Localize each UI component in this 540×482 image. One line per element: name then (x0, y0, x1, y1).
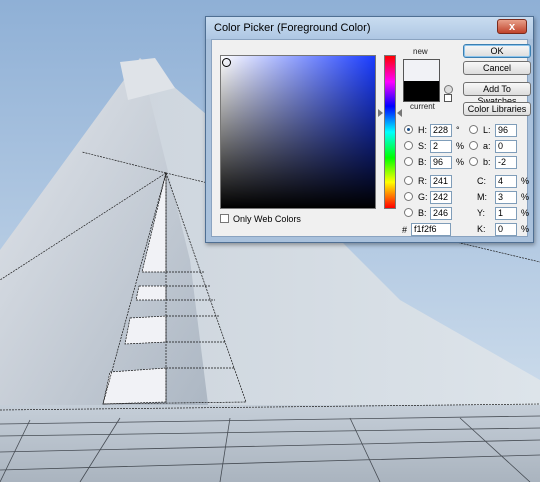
yellow-label: Y: (477, 208, 486, 218)
lightness-input[interactable]: 96 (495, 124, 517, 137)
yellow-input[interactable]: 1 (495, 207, 517, 220)
magenta-input[interactable]: 3 (495, 191, 517, 204)
cyan-label: C: (477, 176, 486, 186)
title-bar[interactable]: Color Picker (Foreground Color) x (206, 17, 533, 39)
black-input[interactable]: 0 (495, 223, 517, 236)
hue-label: H: (418, 125, 427, 135)
saturation-input[interactable]: 2 (430, 140, 452, 153)
green-row: G: 242 (404, 191, 464, 205)
close-icon: x (508, 21, 516, 33)
hue-radio[interactable] (404, 125, 413, 134)
dialog-title: Color Picker (Foreground Color) (214, 22, 371, 34)
hex-input[interactable]: f1f2f6 (411, 223, 451, 236)
lab-b-row: b: -2 (469, 156, 525, 170)
close-button[interactable]: x (497, 19, 527, 34)
cancel-button[interactable]: Cancel (463, 61, 531, 75)
brightness-label: B: (418, 157, 427, 167)
yellow-row: Y: 1 % (477, 207, 529, 221)
hue-row: H: 228 ° (404, 124, 464, 138)
red-input[interactable]: 241 (430, 175, 452, 188)
blue-label: B: (418, 208, 427, 218)
color-field-marker[interactable] (222, 58, 231, 67)
brightness-input[interactable]: 96 (430, 156, 452, 169)
black-row: K: 0 % (477, 223, 529, 237)
saturation-row: S: 2 % (404, 140, 464, 154)
hex-label: # (402, 225, 408, 235)
magenta-row: M: 3 % (477, 191, 529, 205)
lightness-row: L: 96 (469, 124, 525, 138)
hue-slider[interactable] (384, 55, 396, 209)
black-unit: % (521, 224, 530, 234)
ok-button[interactable]: OK (463, 44, 531, 58)
lab-b-label: b: (483, 157, 491, 167)
gamut-warning-icon[interactable] (444, 85, 453, 94)
lab-a-label: a: (483, 141, 491, 151)
lightness-label: L: (483, 125, 491, 135)
add-to-swatches-button[interactable]: Add To Swatches (463, 82, 531, 106)
current-color-label: current (410, 102, 435, 111)
lightness-radio[interactable] (469, 125, 478, 134)
magenta-unit: % (521, 192, 530, 202)
brightness-unit: % (456, 157, 465, 167)
hue-unit: ° (456, 125, 460, 135)
magenta-label: M: (477, 192, 487, 202)
red-radio[interactable] (404, 176, 413, 185)
blue-input[interactable]: 246 (430, 207, 452, 220)
blue-radio[interactable] (404, 208, 413, 217)
brightness-radio[interactable] (404, 157, 413, 166)
brightness-row: B: 96 % (404, 156, 464, 170)
new-color-swatch (404, 60, 439, 81)
green-input[interactable]: 242 (430, 191, 452, 204)
lab-a-row: a: 0 (469, 140, 525, 154)
cyan-unit: % (521, 176, 530, 186)
new-color-label: new (413, 47, 428, 56)
only-web-colors-label: Only Web Colors (233, 214, 301, 224)
only-web-colors-checkbox[interactable] (220, 214, 229, 223)
web-safe-icon[interactable] (444, 94, 452, 102)
black-label: K: (477, 224, 486, 234)
color-compare-swatch (403, 59, 440, 102)
cyan-input[interactable]: 4 (495, 175, 517, 188)
red-row: R: 241 (404, 175, 464, 189)
color-picker-dialog: Color Picker (Foreground Color) x new cu… (205, 16, 534, 243)
red-label: R: (418, 176, 427, 186)
yellow-unit: % (521, 208, 530, 218)
lab-a-input[interactable]: 0 (495, 140, 517, 153)
cyan-row: C: 4 % (477, 175, 529, 189)
hue-slider-left-arrow[interactable] (378, 109, 383, 117)
lab-b-radio[interactable] (469, 157, 478, 166)
saturation-radio[interactable] (404, 141, 413, 150)
hue-input[interactable]: 228 (430, 124, 452, 137)
green-label: G: (418, 192, 428, 202)
color-libraries-button[interactable]: Color Libraries (463, 102, 531, 116)
green-radio[interactable] (404, 192, 413, 201)
hue-slider-right-arrow[interactable] (397, 109, 402, 117)
lab-a-radio[interactable] (469, 141, 478, 150)
dialog-body: new current OK Cancel Add To Swatches Co… (211, 39, 531, 237)
saturation-unit: % (456, 141, 465, 151)
saturation-label: S: (418, 141, 427, 151)
current-color-swatch[interactable] (404, 81, 439, 101)
color-field[interactable] (220, 55, 376, 209)
lab-b-input[interactable]: -2 (495, 156, 517, 169)
blue-row: B: 246 (404, 207, 464, 221)
